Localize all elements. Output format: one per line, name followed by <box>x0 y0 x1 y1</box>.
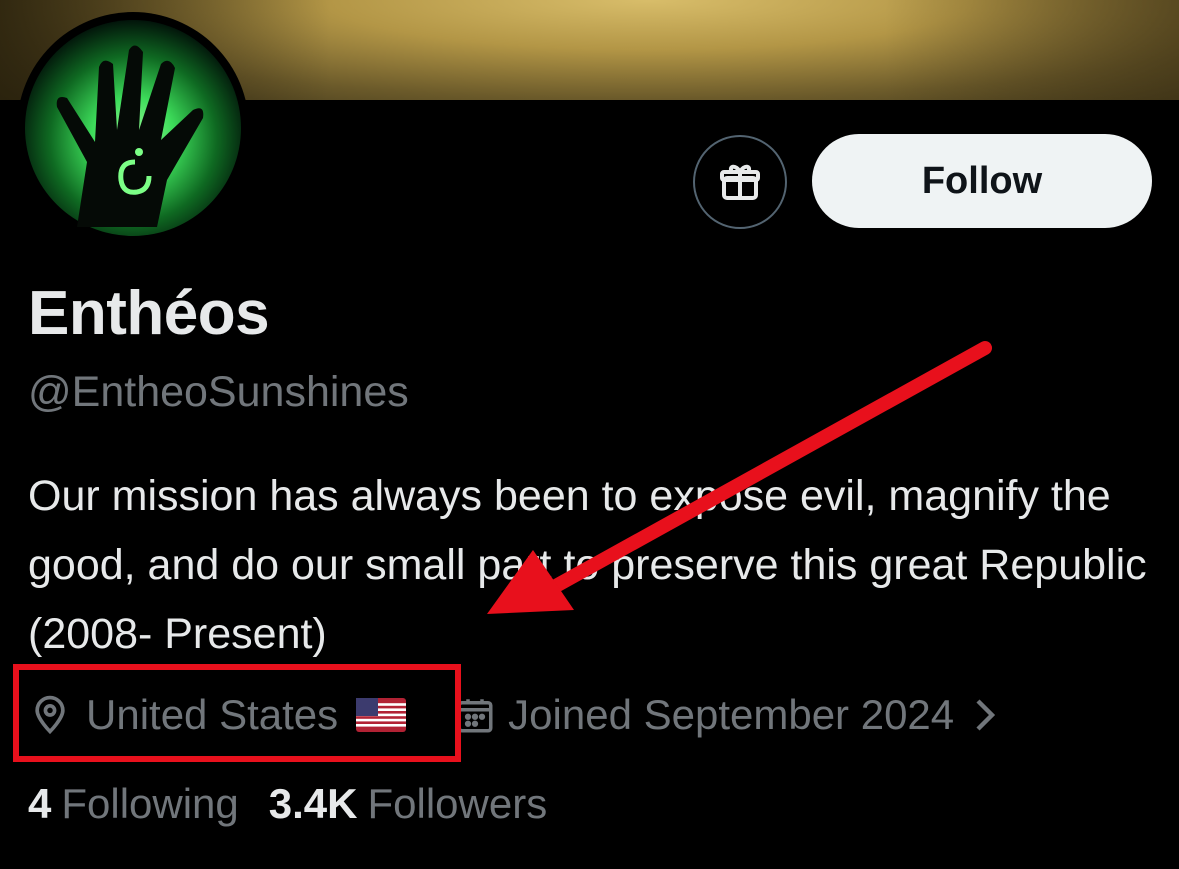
follow-button[interactable]: Follow <box>812 134 1152 228</box>
bio: Our mission has always been to expose ev… <box>28 472 1147 658</box>
joined-text: Joined September 2024 <box>508 691 955 738</box>
follow-stats: 4 Following 3.4K Followers <box>28 780 547 828</box>
annotation-highlight-box <box>13 664 461 762</box>
following-count[interactable]: 4 <box>28 780 51 828</box>
gift-icon <box>720 164 760 200</box>
following-label[interactable]: Following <box>61 780 238 828</box>
avatar[interactable] <box>17 12 249 244</box>
followers-count[interactable]: 3.4K <box>269 780 358 828</box>
followers-label[interactable]: Followers <box>368 780 548 828</box>
display-name: Enthéos <box>28 279 270 348</box>
gift-button[interactable] <box>693 135 787 229</box>
chevron-right-icon[interactable] <box>972 695 998 735</box>
handle: @EntheoSunshines <box>28 368 409 416</box>
join-date[interactable]: Joined September 2024 <box>454 691 998 739</box>
